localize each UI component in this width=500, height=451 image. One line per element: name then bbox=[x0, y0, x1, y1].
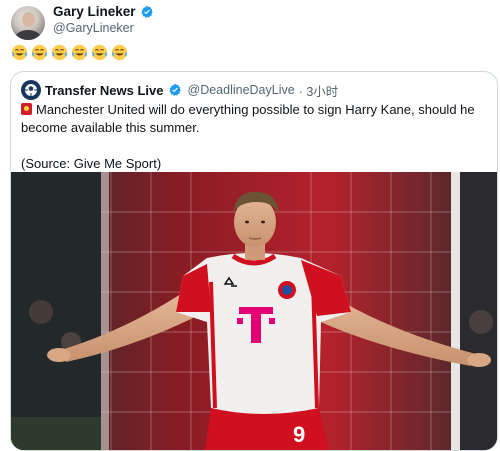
quoted-body-line1: Manchester United will do everything pos… bbox=[21, 102, 475, 135]
quoted-timestamp[interactable]: · 3小时 bbox=[299, 81, 339, 100]
quoted-body-source: (Source: Give Me Sport) bbox=[21, 156, 162, 171]
player-photo: 9 bbox=[11, 172, 497, 450]
quoted-author-handle[interactable]: @DeadlineDayLive bbox=[188, 83, 295, 97]
quoted-tweet-card[interactable]: Transfer News Live @DeadlineDayLive · 3小… bbox=[10, 71, 498, 451]
tears-of-joy-emoji-6: 😂 bbox=[110, 43, 129, 62]
author-handle[interactable]: @GaryLineker bbox=[53, 21, 134, 35]
quoted-author-avatar[interactable] bbox=[21, 80, 41, 100]
tears-of-joy-emoji-4: 😂 bbox=[70, 43, 89, 62]
quoted-author-row: Transfer News Live @DeadlineDayLive · 3小… bbox=[21, 80, 338, 100]
red-flag-icon bbox=[21, 103, 32, 115]
author-avatar[interactable] bbox=[11, 6, 45, 40]
tweet: Gary Lineker @GaryLineker 😂 😂 😂 😂 😂 😂 Tr… bbox=[0, 0, 500, 451]
quoted-verified-badge-icon bbox=[168, 83, 181, 96]
tears-of-joy-emoji-3: 😂 bbox=[50, 43, 69, 62]
author-name-row: Gary Lineker bbox=[53, 4, 154, 19]
tears-of-joy-emoji-1: 😂 bbox=[10, 43, 29, 62]
author-display-name[interactable]: Gary Lineker bbox=[53, 4, 136, 19]
quoted-tweet-image[interactable]: 9 bbox=[11, 172, 497, 450]
globe-ball-icon bbox=[25, 84, 37, 96]
tears-of-joy-emoji-5: 😂 bbox=[90, 43, 109, 62]
verified-badge-icon bbox=[141, 5, 153, 18]
tears-of-joy-emoji-2: 😂 bbox=[30, 43, 49, 62]
quoted-tweet-text: Manchester United will do everything pos… bbox=[21, 101, 489, 173]
tweet-text: 😂 😂 😂 😂 😂 😂 bbox=[10, 43, 129, 62]
quoted-author-display-name[interactable]: Transfer News Live bbox=[45, 83, 164, 98]
shorts-number: 9 bbox=[293, 422, 305, 447]
